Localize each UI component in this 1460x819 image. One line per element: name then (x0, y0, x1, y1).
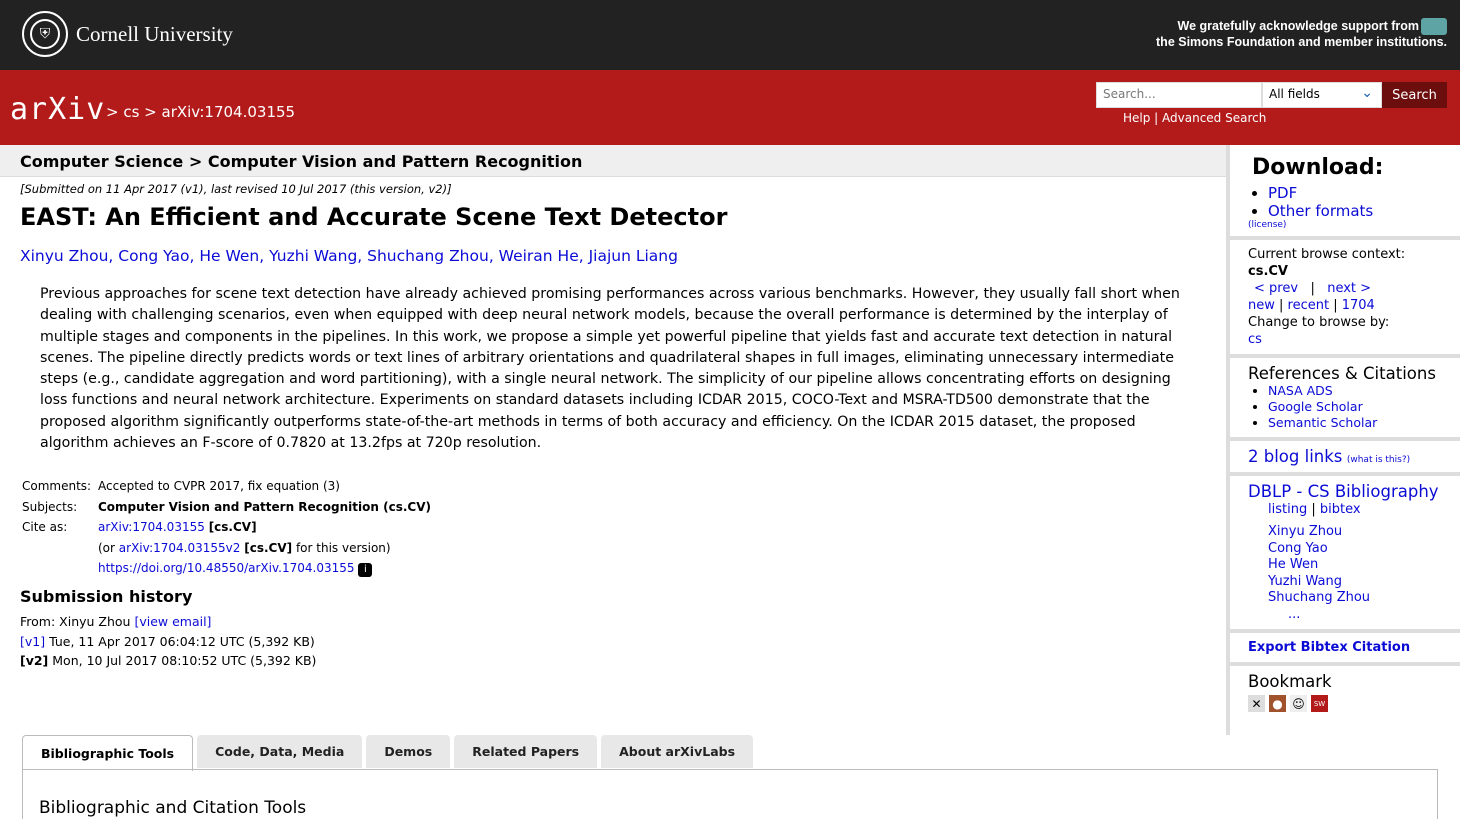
tab-bar: Bibliographic Tools Code, Data, Media De… (22, 735, 754, 771)
pdf-link[interactable]: PDF (1268, 184, 1297, 202)
comments-label: Comments: (22, 479, 92, 493)
help-links[interactable]: Help | Advanced Search (1123, 111, 1266, 125)
submission-history: From: Xinyu Zhou [view email] [v1] Tue, … (20, 614, 317, 668)
subject-bar: Computer Science > Computer Vision and P… (0, 145, 1226, 177)
reddit-icon[interactable]: ☺ (1290, 695, 1307, 712)
cite-category: [cs.CV] (208, 520, 257, 534)
tab-bibliographic-tools[interactable]: Bibliographic Tools (22, 735, 194, 771)
comments-value: Accepted to CVPR 2017, fix equation (3) (98, 479, 340, 493)
authors-list[interactable]: Xinyu Zhou, Cong Yao, He Wen, Yuzhi Wang… (20, 247, 678, 265)
submission-history-title: Submission history (20, 587, 193, 606)
other-formats-link[interactable]: Other formats (1268, 202, 1373, 220)
bibsonomy-icon[interactable]: ✕ (1248, 695, 1265, 712)
subject-breadcrumb[interactable]: Computer Science > Computer Vision and P… (20, 152, 582, 171)
listing-link[interactable]: listing (1268, 502, 1307, 517)
month-link[interactable]: 1704 (1342, 298, 1375, 313)
blog-links[interactable]: 2 blog links (1248, 447, 1342, 466)
more-authors-link[interactable]: ... (1288, 607, 1300, 622)
dblp-author[interactable]: Cong Yao (1268, 541, 1328, 556)
search-field-select[interactable]: All fields ⌄ (1262, 82, 1382, 108)
view-email-link[interactable]: [view email] (134, 614, 211, 629)
references-title: References & Citations (1248, 364, 1436, 383)
dblp-author[interactable]: Yuzhi Wang (1268, 574, 1342, 589)
tab-panel-title: Bibliographic and Citation Tools (39, 798, 307, 818)
dblp-author[interactable]: Xinyu Zhou (1268, 524, 1342, 539)
tab-code-data-media[interactable]: Code, Data, Media (197, 735, 363, 768)
acknowledgement: We gratefully acknowledge support from t… (1156, 18, 1447, 49)
arxiv-header: arXiv > cs > arXiv:1704.03155 Search... … (0, 70, 1460, 145)
abstract: Previous approaches for scene text detec… (40, 286, 1180, 452)
bibtex-link[interactable]: bibtex (1320, 502, 1361, 517)
cornell-seal-icon[interactable]: ⛨ (22, 11, 68, 57)
arxiv-logo[interactable]: arXiv (10, 92, 105, 127)
browse-context: cs.CV (1248, 264, 1288, 279)
browse-context-label: Current browse context: (1248, 247, 1406, 262)
cs-link[interactable]: cs (1248, 332, 1262, 347)
info-icon[interactable]: i (358, 563, 373, 577)
doi-link[interactable]: https://doi.org/10.48550/arXiv.1704.0315… (98, 561, 355, 575)
search-input[interactable]: Search... (1096, 82, 1262, 108)
metadata-table: Comments: Accepted to CVPR 2017, fix equ… (22, 476, 431, 579)
nasa-ads-link[interactable]: NASA ADS (1268, 383, 1333, 398)
dblp-link[interactable]: DBLP - CS Bibliography (1248, 482, 1439, 501)
top-bar: ⛨ Cornell University We gratefully ackno… (0, 0, 1460, 70)
license-link[interactable]: (license) (1248, 220, 1442, 230)
tab-demos[interactable]: Demos (366, 735, 451, 768)
paper-title: EAST: An Efficient and Accurate Scene Te… (20, 203, 728, 231)
tab-panel: Bibliographic and Citation Tools (22, 769, 1438, 819)
new-link[interactable]: new (1248, 298, 1275, 313)
dblp-author[interactable]: Shuchang Zhou (1268, 590, 1370, 605)
version-2-label: [v2] (20, 653, 49, 668)
chevron-down-icon: ⌄ (1361, 85, 1373, 101)
change-browse-label: Change to browse by: (1248, 315, 1390, 330)
cite-link[interactable]: arXiv:1704.03155 (98, 520, 205, 534)
subjects-label: Subjects: (22, 499, 78, 514)
export-bibtex-link[interactable]: Export Bibtex Citation (1248, 640, 1410, 655)
tab-about-arxivlabs[interactable]: About arXivLabs (601, 735, 754, 768)
sidebar: Download: PDF Other formats (license) Cu… (1226, 145, 1460, 735)
google-scholar-link[interactable]: Google Scholar (1268, 399, 1363, 414)
subjects-value: Computer Vision and Pattern Recognition … (98, 499, 431, 514)
what-is-this-link[interactable]: (what is this?) (1347, 455, 1410, 465)
sciencewise-icon[interactable]: SW (1311, 695, 1328, 712)
university-name[interactable]: Cornell University (76, 22, 233, 47)
recent-link[interactable]: recent (1288, 298, 1330, 313)
submission-dateline: [Submitted on 11 Apr 2017 (v1), last rev… (20, 182, 452, 196)
bookmark-title: Bookmark (1248, 672, 1332, 691)
version-1-link[interactable]: [v1] (20, 634, 45, 649)
cite-version-link[interactable]: arXiv:1704.03155v2 (119, 541, 241, 555)
cite-label: Cite as: (22, 520, 68, 534)
prev-link[interactable]: < prev (1254, 281, 1298, 296)
semantic-scholar-link[interactable]: Semantic Scholar (1268, 415, 1377, 430)
dblp-author[interactable]: He Wen (1268, 557, 1318, 572)
next-link[interactable]: next > (1327, 281, 1371, 296)
mendeley-icon[interactable]: ● (1269, 695, 1286, 712)
simons-badge-icon (1421, 18, 1447, 35)
breadcrumb[interactable]: > cs > arXiv:1704.03155 (106, 103, 295, 121)
tab-related-papers[interactable]: Related Papers (454, 735, 598, 768)
search-button[interactable]: Search (1382, 82, 1447, 108)
download-title: Download: (1252, 155, 1384, 180)
